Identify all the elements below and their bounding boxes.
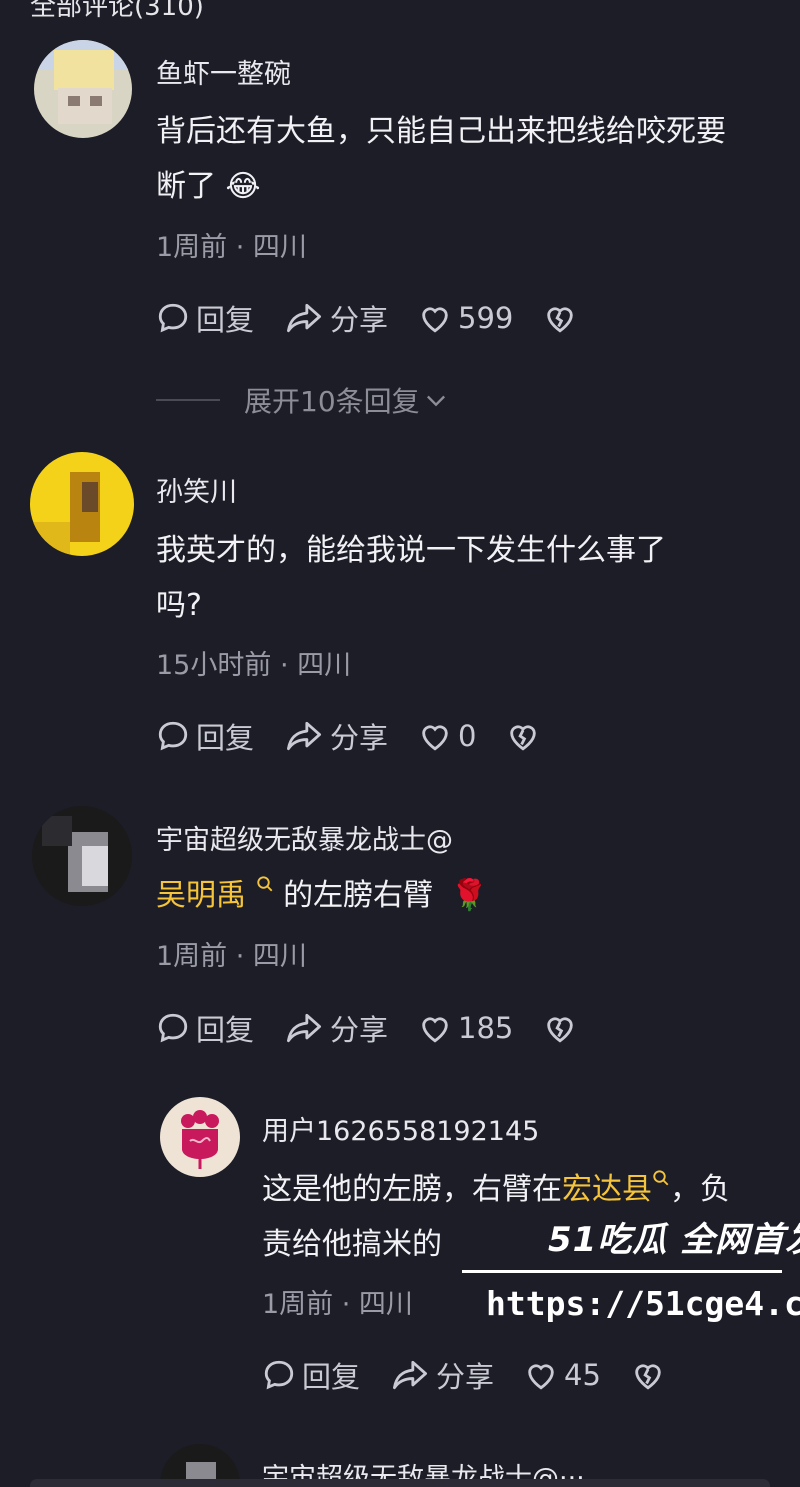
comments-header: 全部评论(310) xyxy=(30,0,204,22)
comment-actions: 回复 分享 599 xyxy=(156,298,613,338)
comment-text-line: 背后还有大鱼，只能自己出来把线给咬死要 xyxy=(156,114,726,149)
reply-username[interactable]: 用户1626558192145 xyxy=(262,1109,539,1148)
share-button[interactable]: 分享 xyxy=(284,297,388,339)
like-button[interactable]: 0 xyxy=(418,719,476,753)
reply-button[interactable]: 回复 xyxy=(156,715,254,757)
heart-icon xyxy=(422,725,448,751)
comment-icon xyxy=(158,303,188,333)
watermark-url: https://51cge4.com xyxy=(486,1284,800,1323)
heart-icon xyxy=(422,1017,448,1043)
share-button[interactable]: 分享 xyxy=(390,1354,494,1396)
reply-button[interactable]: 回复 xyxy=(156,1007,254,1049)
comment-text: 吴明禹 的左膀右臂 🌹 xyxy=(156,868,786,923)
comment-actions: 回复 分享 185 xyxy=(156,1008,613,1048)
like-count: 185 xyxy=(458,1011,514,1045)
laughing-emoji: 😂 xyxy=(225,169,261,204)
rose-emoji: 🌹 xyxy=(450,878,488,913)
comment-text-line: 的左膀右臂 xyxy=(283,878,434,913)
divider xyxy=(156,399,220,401)
reply-text-line: ，负 xyxy=(670,1172,730,1207)
avatar[interactable] xyxy=(30,452,134,556)
flower-avatar-icon xyxy=(181,1110,219,1169)
mention-link[interactable]: 吴明禹 xyxy=(156,878,246,913)
comment-actions: 回复 分享 0 xyxy=(156,716,576,756)
comment-username[interactable]: 孙笑川 xyxy=(156,470,237,509)
heart-icon xyxy=(422,307,448,333)
comment-username[interactable]: 鱼虾一整碗 xyxy=(156,52,291,91)
bottom-scroll-handle xyxy=(30,1479,770,1487)
dislike-button[interactable] xyxy=(506,719,546,753)
broken-heart-icon xyxy=(635,1364,661,1390)
share-label: 分享 xyxy=(330,721,389,755)
broken-heart-icon xyxy=(510,725,537,751)
share-icon xyxy=(287,721,322,751)
heart-icon xyxy=(528,1364,554,1390)
like-count: 0 xyxy=(458,719,477,753)
watermark: 51吃瓜 全网首发 https://51cge4.com xyxy=(462,1212,800,1332)
like-count: 599 xyxy=(458,301,514,335)
share-label: 分享 xyxy=(330,303,389,337)
watermark-divider xyxy=(462,1270,782,1273)
dislike-button[interactable] xyxy=(543,301,583,335)
search-icon xyxy=(256,876,272,892)
share-icon xyxy=(393,1360,428,1390)
reply-label: 回复 xyxy=(196,721,255,755)
like-button[interactable]: 185 xyxy=(418,1011,513,1045)
reply-meta: 1周前 · 四川 xyxy=(262,1289,413,1320)
comment-text-line: 断了 xyxy=(156,169,216,204)
share-icon xyxy=(287,303,322,333)
comment-text: 我英才的，能给我说一下发生什么事了 吗? xyxy=(156,523,786,633)
chevron-down-icon xyxy=(426,395,445,407)
watermark-brand: 51吃瓜 全网首发 xyxy=(548,1220,800,1260)
comments-page: 全部评论(310) 鱼虾一整碗 背后还有大鱼，只能自己出来把线给咬死要 断了 😂… xyxy=(0,0,800,1487)
avatar[interactable] xyxy=(34,40,132,138)
comment-icon xyxy=(158,721,188,751)
reply-button[interactable]: 回复 xyxy=(156,297,254,339)
avatar[interactable] xyxy=(32,806,132,906)
comment-icon xyxy=(264,1360,294,1390)
reply-label: 回复 xyxy=(196,1013,255,1047)
reply-text-line: 这是他的左膀，右臂在 xyxy=(262,1172,562,1207)
comment-icon xyxy=(158,1013,188,1043)
comment-meta: 15小时前 · 四川 xyxy=(156,650,352,681)
comment-meta: 1周前 · 四川 xyxy=(156,941,307,972)
comment-username[interactable]: 宇宙超级无敌暴龙战士@ xyxy=(156,818,453,857)
reply-button[interactable]: 回复 xyxy=(262,1354,360,1396)
mention-link[interactable]: 宏达县 xyxy=(562,1172,652,1207)
dislike-button[interactable] xyxy=(543,1011,583,1045)
broken-heart-icon xyxy=(547,1017,574,1043)
reply-label: 回复 xyxy=(196,303,255,337)
search-icon xyxy=(653,1170,669,1186)
broken-heart-icon xyxy=(547,307,574,333)
reply-actions: 回复 分享 45 xyxy=(262,1355,701,1395)
expand-replies-button[interactable]: 展开10条回复 xyxy=(156,380,450,420)
avatar[interactable] xyxy=(160,1097,240,1177)
reply-label: 回复 xyxy=(302,1360,361,1394)
dislike-button[interactable] xyxy=(631,1358,671,1392)
share-label: 分享 xyxy=(436,1360,495,1394)
expand-replies-label: 展开10条回复 xyxy=(244,385,420,418)
comment-meta: 1周前 · 四川 xyxy=(156,232,307,263)
share-button[interactable]: 分享 xyxy=(284,715,388,757)
like-count: 45 xyxy=(564,1358,601,1392)
share-button[interactable]: 分享 xyxy=(284,1007,388,1049)
share-label: 分享 xyxy=(330,1013,389,1047)
share-icon xyxy=(287,1013,322,1043)
like-button[interactable]: 599 xyxy=(418,301,513,335)
comment-text: 背后还有大鱼，只能自己出来把线给咬死要 断了 😂 xyxy=(156,104,786,214)
like-button[interactable]: 45 xyxy=(524,1358,601,1392)
comment-text-line: 吗? xyxy=(156,588,202,623)
comment-text-line: 我英才的，能给我说一下发生什么事了 xyxy=(156,533,666,568)
